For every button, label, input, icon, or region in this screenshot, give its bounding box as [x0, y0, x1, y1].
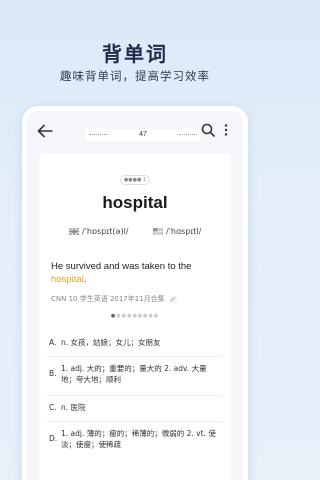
phone-frame: 47 ●●●● 1 hospital /ˈhɒspɪt(ə)l/ /ˈhɑspɪ… [22, 106, 248, 480]
option-letter: B. [49, 369, 57, 378]
sentence-before: He survived and was taken to the [51, 261, 192, 272]
rating-badge: ●●●● 1 [119, 175, 151, 185]
option-letter: A. [49, 338, 57, 347]
edit-icon[interactable] [169, 295, 177, 303]
search-icon[interactable] [201, 123, 215, 137]
word-title: hospital [102, 193, 168, 212]
promo-title: 背单词 [102, 42, 168, 66]
option-text: 1. adj. 薄的；瘦的；稀薄的；微弱的 2. vt. 使淡；使瘦；使稀疏 [61, 429, 216, 449]
word-card: ●●●● 1 hospital /ˈhɒspɪt(ə)l/ /ˈhɑspɪtl/… [39, 153, 231, 480]
frequency-rating: ●●●● 1 [39, 175, 231, 185]
sentence-source: CNN 10 学生英语 2017年11月合集 [51, 294, 177, 304]
promo-subtitle: 趣味背单词，提高学习效率 [60, 69, 210, 83]
option-text: 1. adj. 大的；重要的；量大的 2. adv. 大量地；夸大地；顺利 [61, 364, 207, 384]
pager-dots: ●●●●●●●●● [110, 313, 160, 319]
option-letter: C. [49, 403, 57, 412]
option-text: n. 医院 [61, 403, 86, 412]
phonetic-uk[interactable]: /ˈhɒspɪt(ə)l/ [69, 227, 128, 236]
source-text: CNN 10 学生英语 2017年11月合集 [51, 295, 165, 303]
progress-indicator: 47 [85, 129, 201, 141]
phonetic-us-text: /ˈhɑspɪtl/ [166, 227, 202, 236]
example-sentence: He survived and was taken to the hospita… [51, 260, 221, 286]
sentence-highlight: hospital [51, 274, 84, 285]
us-flag-icon [153, 228, 163, 235]
uk-flag-icon [69, 228, 79, 235]
sentence-after: . [83, 274, 87, 285]
back-arrow-icon[interactable] [37, 124, 53, 138]
more-vertical-icon[interactable] [223, 123, 229, 137]
progress-dots-right [179, 134, 197, 135]
top-bar: 47 [27, 111, 243, 151]
option-letter: D. [49, 434, 58, 443]
phonetic-us[interactable]: /ˈhɑspɪtl/ [153, 227, 201, 236]
progress-count: 47 [139, 131, 147, 138]
phonetic-uk-text: /ˈhɒspɪt(ə)l/ [82, 227, 129, 236]
progress-dots-left [89, 134, 107, 135]
divider [47, 395, 223, 396]
divider [47, 356, 223, 357]
divider [47, 421, 223, 422]
option-text: n. 女孩，姑娘；女儿；女朋友 [61, 338, 161, 347]
